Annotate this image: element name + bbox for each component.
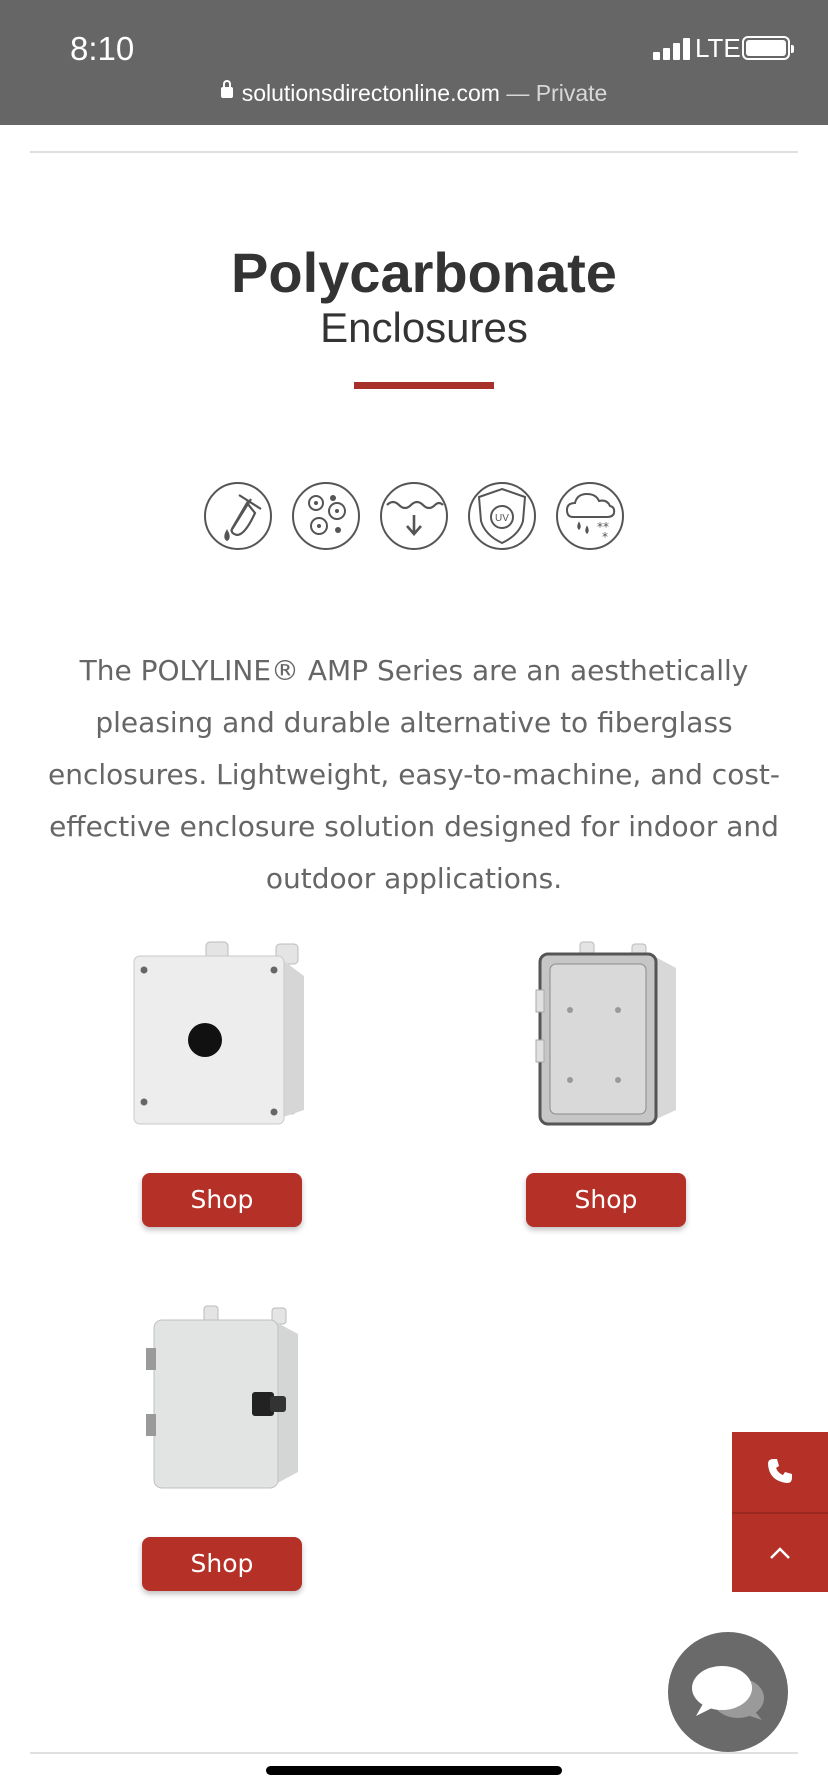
corrosion-resistance-icon	[291, 481, 361, 551]
status-bar: 8:10 LTE solutionsdirectonline.com — Pri…	[0, 0, 828, 125]
latched-enclosure-image[interactable]	[144, 1304, 304, 1492]
page-subtitle: Enclosures	[320, 304, 528, 351]
network-type: LTE	[695, 33, 741, 63]
top-divider	[30, 151, 798, 153]
svg-text:UV: UV	[495, 513, 509, 524]
feature-icons: UV ** *	[203, 481, 625, 554]
floating-action-panel	[732, 1432, 828, 1592]
address-bar[interactable]: solutionsdirectonline.com — Private	[0, 80, 828, 107]
clear-cover-enclosure-image[interactable]	[530, 940, 680, 1130]
phone-icon	[768, 1459, 792, 1483]
chat-icon	[692, 1666, 764, 1720]
battery-icon	[742, 36, 794, 60]
shop-button[interactable]: Shop	[142, 1173, 302, 1227]
watertight-icon	[379, 481, 449, 551]
title-underline	[354, 382, 494, 389]
call-button[interactable]	[732, 1432, 828, 1510]
shop-button[interactable]: Shop	[526, 1173, 686, 1227]
back-to-top-button[interactable]	[732, 1514, 828, 1592]
private-label: — Private	[499, 80, 608, 106]
chevron-up-icon	[770, 1547, 790, 1559]
chemical-resistance-icon	[203, 481, 273, 551]
signal-icon	[653, 38, 691, 60]
shop-button[interactable]: Shop	[142, 1537, 302, 1591]
url-host: solutionsdirectonline.com	[241, 80, 500, 106]
chat-button[interactable]	[668, 1632, 788, 1752]
weather-resistance-icon: ** *	[555, 481, 625, 551]
bottom-divider	[30, 1752, 798, 1754]
product-description: The POLYLINE® AMP Series are an aestheti…	[48, 654, 780, 895]
lock-icon	[220, 80, 233, 99]
status-time: 8:10	[70, 30, 135, 67]
home-indicator[interactable]	[266, 1766, 562, 1775]
pushbutton-enclosure-image[interactable]	[130, 940, 310, 1130]
page-title: Polycarbonate	[231, 241, 617, 304]
svg-text:*: *	[602, 530, 608, 544]
uv-protection-icon: UV	[467, 481, 537, 551]
